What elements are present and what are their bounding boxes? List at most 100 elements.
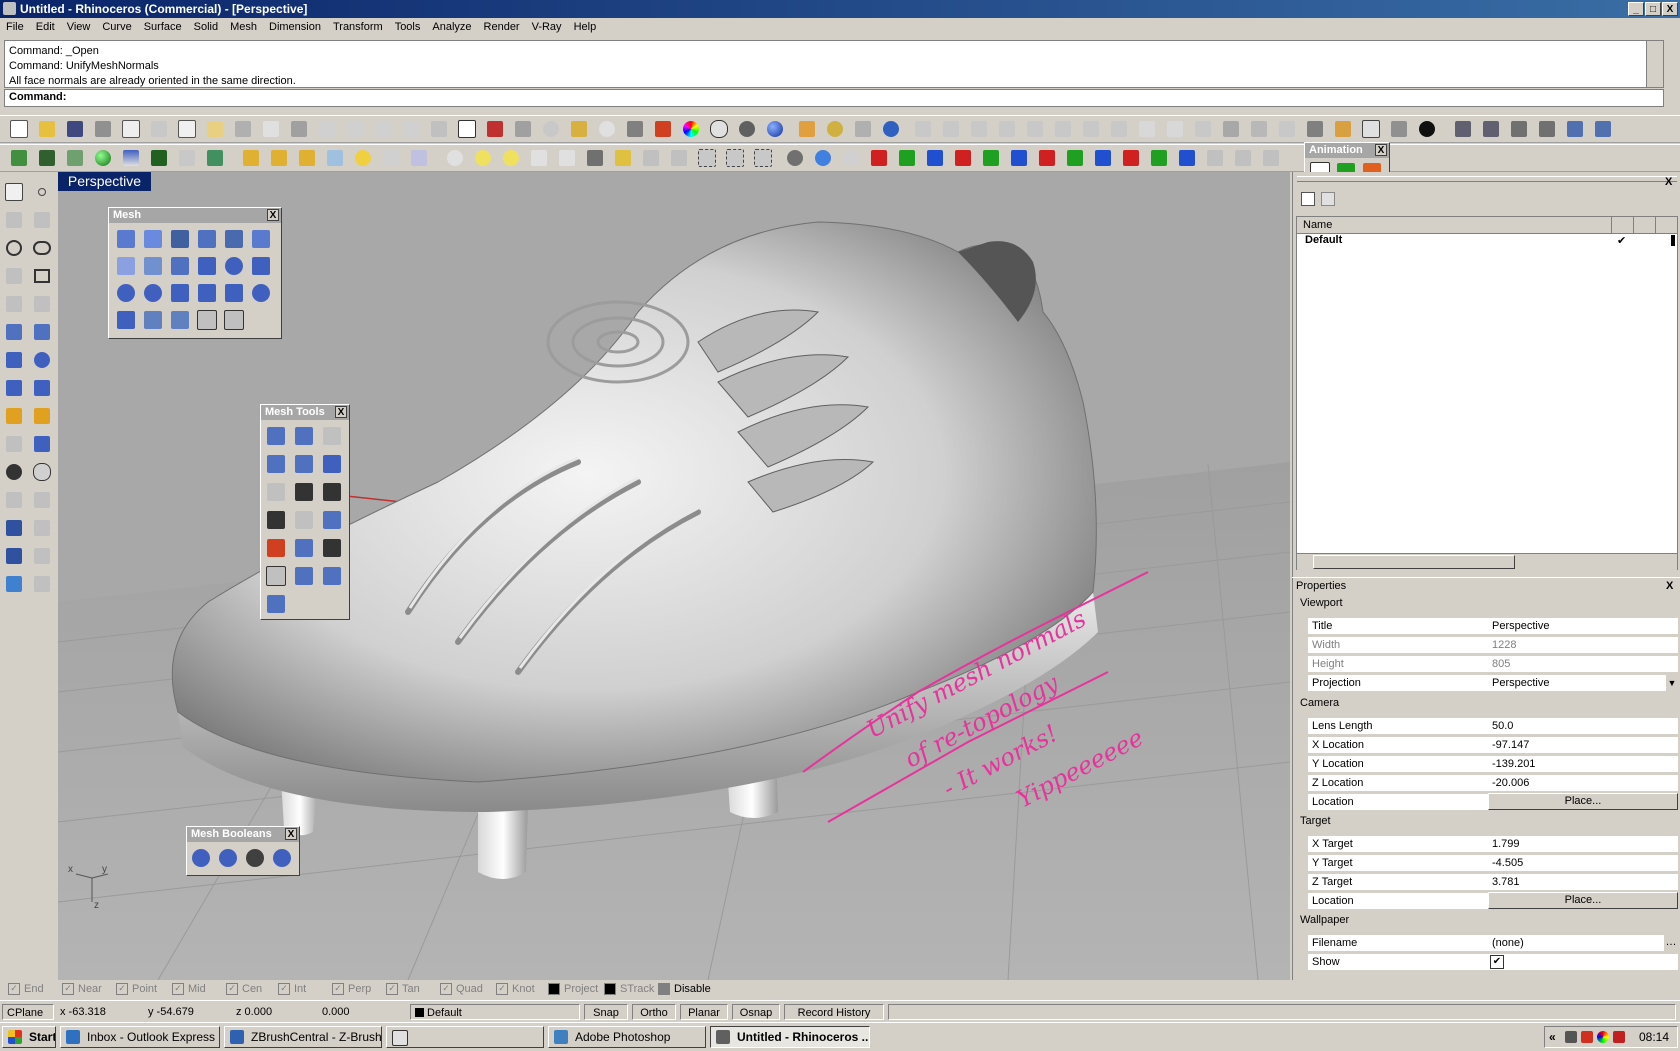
osnap-project[interactable]: Project <box>548 983 598 996</box>
osnap-near[interactable]: ✓ Near <box>62 983 102 996</box>
polyline-icon[interactable] <box>2 208 26 232</box>
trim-icon[interactable] <box>30 404 54 428</box>
rotate-view-icon[interactable] <box>288 118 310 140</box>
arrow-vertical-blue-icon[interactable] <box>1092 147 1114 169</box>
grid-icon[interactable] <box>852 118 874 140</box>
block-insert-icon[interactable] <box>724 147 746 169</box>
line-2-icon[interactable] <box>1260 147 1282 169</box>
menu-help[interactable]: Help <box>568 18 603 33</box>
lock-gold-icon[interactable] <box>612 147 634 169</box>
arrow-right-icon[interactable] <box>868 147 890 169</box>
light-array-icon[interactable] <box>528 147 550 169</box>
render-settings-icon[interactable] <box>36 147 58 169</box>
current-layer-field[interactable]: Default <box>410 1004 580 1020</box>
undo-icon[interactable] <box>232 118 254 140</box>
boolean-icon[interactable] <box>2 460 26 484</box>
mesh-smooth-icon[interactable] <box>265 481 287 503</box>
zoom-selected-icon[interactable] <box>400 118 422 140</box>
dimension-diameter-icon[interactable] <box>1052 118 1074 140</box>
prop-value[interactable]: (none) <box>1488 935 1678 951</box>
plane-left-icon[interactable] <box>1508 118 1530 140</box>
green-sphere-icon[interactable] <box>92 147 114 169</box>
osnap-disable[interactable]: Disable <box>658 983 711 996</box>
planar-toggle[interactable]: Planar <box>680 1004 728 1020</box>
delete-layer-icon[interactable] <box>1343 192 1355 204</box>
task-zbrushcentral[interactable]: ZBrushCentral - Z-Brush ... <box>224 1026 382 1048</box>
dome-icon[interactable] <box>840 147 862 169</box>
mesh-cone-icon[interactable] <box>169 282 191 304</box>
mesh-from-nurbs-icon[interactable] <box>142 228 164 250</box>
cut-icon[interactable] <box>148 118 170 140</box>
surface-icon[interactable] <box>2 320 26 344</box>
explode-icon[interactable] <box>2 404 26 428</box>
mesh-color-icon[interactable] <box>265 537 287 559</box>
menu-file[interactable]: File <box>0 18 30 33</box>
osnap-icon[interactable] <box>540 118 562 140</box>
mesh-wire-icon[interactable] <box>196 309 218 331</box>
ungroup-icon[interactable] <box>668 147 690 169</box>
group-icon[interactable] <box>640 147 662 169</box>
mesh-unify-normals-icon[interactable] <box>293 481 315 503</box>
arc-icon[interactable] <box>2 264 26 288</box>
osnap-int[interactable]: ✓ Int <box>278 983 306 996</box>
box-icon[interactable] <box>2 348 26 372</box>
prop-value[interactable]: 1.799 <box>1488 836 1678 852</box>
save-icon[interactable] <box>64 118 86 140</box>
arrow-down-blue-icon[interactable] <box>1008 147 1030 169</box>
cube-solid-icon[interactable] <box>2 572 26 596</box>
prop-value[interactable]: 50.0 <box>1488 718 1678 734</box>
menu-dimension[interactable]: Dimension <box>263 18 327 33</box>
decal-icon[interactable] <box>380 147 402 169</box>
prop-row-lens-length[interactable]: Lens Length 50.0 <box>1304 716 1678 734</box>
curve-icon[interactable] <box>1204 147 1226 169</box>
prop-row-projection[interactable]: Projection Perspective ▼ <box>1304 673 1678 691</box>
prop-value[interactable]: -97.147 <box>1488 737 1678 753</box>
close-button[interactable]: X <box>1662 2 1678 16</box>
layer-list[interactable]: Name Default ✔ <box>1296 216 1678 570</box>
osnap-perp[interactable]: ✓ Perp <box>332 983 371 996</box>
dimension-aligned-icon[interactable] <box>968 118 990 140</box>
mesh-tools-palette-header[interactable]: Mesh Tools X <box>261 405 349 420</box>
command-line[interactable]: Command: <box>4 89 1664 107</box>
prop-row-filename[interactable]: Filename (none)… <box>1304 933 1678 951</box>
properties-close-button[interactable]: X <box>1666 580 1673 592</box>
mesh-booleans-palette-header[interactable]: Mesh Booleans X <box>187 827 299 842</box>
rotate-icon[interactable] <box>2 488 26 512</box>
osnap-mid[interactable]: ✓ Mid <box>172 983 206 996</box>
arrow-down-icon[interactable] <box>980 147 1002 169</box>
leader-icon[interactable] <box>1080 118 1102 140</box>
osnap-strack[interactable]: STrack <box>604 983 654 996</box>
material-cube-icon[interactable] <box>324 147 346 169</box>
layer-help-icon[interactable] <box>1471 192 1483 204</box>
new-sublayer-icon[interactable] <box>1321 192 1335 206</box>
menu-render[interactable]: Render <box>478 18 526 33</box>
group-spheres-icon[interactable] <box>30 460 54 484</box>
mesh-patch-icon[interactable] <box>223 228 245 250</box>
tree-icon[interactable] <box>148 147 170 169</box>
cylinder-icon[interactable] <box>2 376 26 400</box>
prop-row-x-target[interactable]: X Target 1.799 <box>1304 834 1678 852</box>
wireframe-sphere-icon[interactable] <box>708 118 730 140</box>
start-button[interactable]: Start <box>2 1026 56 1048</box>
block-icon[interactable] <box>696 147 718 169</box>
mesh-trim-icon[interactable] <box>169 309 191 331</box>
osnap-tan[interactable]: ✓ Tan <box>386 983 420 996</box>
dimension-angle-icon[interactable] <box>996 118 1018 140</box>
hatch-pattern-icon[interactable] <box>1304 118 1326 140</box>
bulb-blue-icon[interactable] <box>812 147 834 169</box>
ghosted-car-icon[interactable] <box>512 118 534 140</box>
chevron-down-icon[interactable]: ▼ <box>1666 675 1678 691</box>
render-car-icon[interactable] <box>484 118 506 140</box>
section-icon[interactable] <box>1276 118 1298 140</box>
mesh-boolean-intersection-icon[interactable] <box>244 847 266 869</box>
directional-light-icon[interactable] <box>500 147 522 169</box>
environment-icon[interactable] <box>120 147 142 169</box>
select-arrow-icon[interactable] <box>2 180 26 204</box>
move-layer-parent-icon[interactable] <box>1409 192 1421 204</box>
show-checkbox[interactable]: ✔ <box>1488 954 1678 970</box>
black-sphere-icon[interactable] <box>1416 118 1438 140</box>
four-viewports-icon[interactable] <box>456 118 478 140</box>
mesh-outline-icon[interactable] <box>223 309 245 331</box>
current-layer-check[interactable]: ✔ <box>1617 234 1626 247</box>
linear-light-icon[interactable] <box>556 147 578 169</box>
